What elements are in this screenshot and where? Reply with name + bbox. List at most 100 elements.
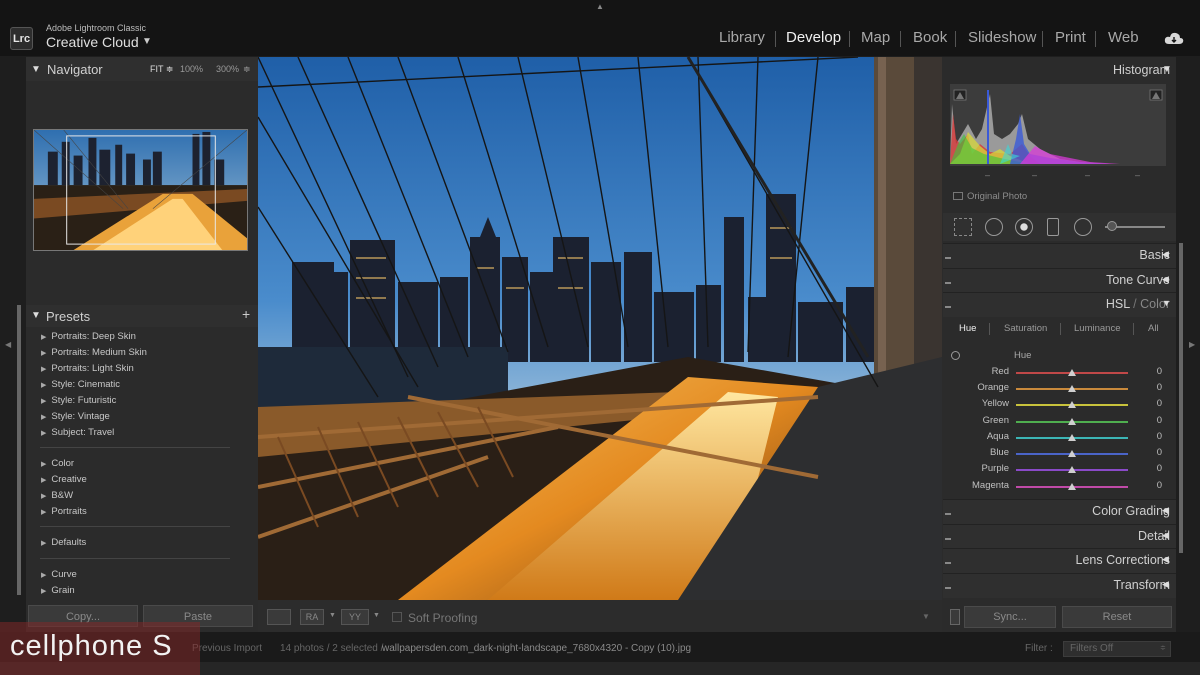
preset-item[interactable]: ▶ Subject: Travel	[41, 427, 114, 438]
filter-select[interactable]: Filters Off	[1063, 641, 1171, 657]
section-switch[interactable]	[945, 306, 951, 308]
preset-item[interactable]: ▶ Color	[41, 458, 74, 469]
module-develop[interactable]: Develop	[786, 29, 841, 46]
cloud-sync-icon[interactable]	[1164, 31, 1184, 45]
preset-item[interactable]: ▶ Defaults	[41, 537, 86, 548]
section-switch[interactable]	[945, 282, 951, 284]
preset-item[interactable]: ▶ Portraits: Medium Skin	[41, 347, 147, 358]
module-print[interactable]: Print	[1055, 29, 1086, 46]
slider-value-red[interactable]: 0	[1140, 366, 1162, 377]
main-photo[interactable]	[258, 57, 942, 600]
preset-item[interactable]: ▶ Style: Cinematic	[41, 379, 120, 390]
zoom-fit[interactable]: FIT ≑	[150, 64, 173, 75]
app-subtitle[interactable]: Creative Cloud	[46, 34, 139, 50]
section-switch[interactable]	[945, 513, 951, 515]
navigator-preview[interactable]	[33, 129, 248, 251]
tone-curve-title: Tone Curve	[1106, 273, 1170, 287]
expand-color-grading-icon[interactable]: ◀	[1162, 505, 1169, 516]
histogram[interactable]	[950, 84, 1166, 166]
right-scrollbar[interactable]	[1179, 243, 1183, 553]
brush-icon[interactable]	[1107, 221, 1117, 231]
module-library[interactable]: Library	[719, 29, 765, 46]
slider-value-aqua[interactable]: 0	[1140, 431, 1162, 442]
slider-thumb-orange[interactable]	[1068, 385, 1076, 392]
slider-thumb-purple[interactable]	[1068, 466, 1076, 473]
preset-divider	[40, 447, 230, 448]
tab-saturation[interactable]: Saturation	[1004, 323, 1047, 334]
show-right-panel-icon[interactable]: ▶	[1189, 340, 1195, 349]
slider-value-green[interactable]: 0	[1140, 415, 1162, 426]
hsl-label[interactable]: HSL	[1106, 297, 1130, 311]
collapse-histogram-icon[interactable]: ▼	[1162, 64, 1172, 75]
filter-dropdown-icon[interactable]: ≑	[1160, 644, 1166, 652]
zoom-more[interactable]: ≑	[243, 64, 251, 75]
reset-button[interactable]: Reset	[1062, 606, 1172, 628]
slider-thumb-red[interactable]	[1068, 369, 1076, 376]
before-after-dropdown-icon[interactable]: ▼	[329, 612, 336, 619]
sync-button[interactable]: Sync...	[964, 606, 1056, 628]
module-map[interactable]: Map	[861, 29, 890, 46]
preset-item[interactable]: ▶ B&W	[41, 490, 73, 501]
add-preset-button[interactable]: +	[242, 306, 250, 322]
crop-tool-icon[interactable]	[954, 218, 972, 236]
preset-item[interactable]: ▶ Curve	[41, 569, 77, 580]
preset-item[interactable]: ▶ Style: Futuristic	[41, 395, 116, 406]
spot-removal-icon[interactable]	[985, 218, 1003, 236]
expand-basic-icon[interactable]: ◀	[1162, 249, 1169, 260]
module-slideshow[interactable]: Slideshow	[968, 29, 1036, 46]
radial-filter-icon[interactable]	[1074, 218, 1092, 236]
section-switch[interactable]	[945, 538, 951, 540]
tab-all[interactable]: All	[1148, 323, 1159, 334]
zoom-300[interactable]: 300%	[216, 64, 239, 74]
red-eye-icon[interactable]	[1015, 218, 1033, 236]
slider-thumb-blue[interactable]	[1068, 450, 1076, 457]
slider-value-magenta[interactable]: 0	[1140, 480, 1162, 491]
yy-dropdown-icon[interactable]: ▼	[373, 612, 380, 619]
yy-view-icon[interactable]: YY	[341, 609, 369, 625]
preset-item[interactable]: ▶ Style: Vintage	[41, 411, 110, 422]
sync-toggle[interactable]	[950, 609, 960, 625]
module-web[interactable]: Web	[1108, 29, 1139, 46]
section-switch[interactable]	[945, 587, 951, 589]
collapse-navigator-icon[interactable]: ▼	[31, 64, 41, 75]
module-book[interactable]: Book	[913, 29, 947, 46]
slider-value-orange[interactable]: 0	[1140, 382, 1162, 393]
expand-tone-curve-icon[interactable]: ◀	[1162, 274, 1169, 285]
preset-item[interactable]: ▶ Grain	[41, 585, 75, 596]
section-switch[interactable]	[945, 257, 951, 259]
slider-value-purple[interactable]: 0	[1140, 463, 1162, 474]
preset-item[interactable]: ▶ Portraits: Deep Skin	[41, 331, 136, 342]
show-left-panel-icon[interactable]: ◀	[5, 340, 11, 349]
tab-luminance[interactable]: Luminance	[1074, 323, 1120, 334]
soft-proofing-checkbox[interactable]	[392, 612, 402, 622]
slider-value-blue[interactable]: 0	[1140, 447, 1162, 458]
collapse-hsl-icon[interactable]: ▼	[1162, 298, 1171, 308]
file-name[interactable]: wallpapersden.com_dark-night-landscape_7…	[382, 643, 691, 654]
expand-transform-icon[interactable]: ◀	[1162, 579, 1169, 590]
collapse-top-panel-icon[interactable]: ▲	[596, 2, 604, 11]
slider-thumb-aqua[interactable]	[1068, 434, 1076, 441]
expand-lens-corrections-icon[interactable]: ◀	[1162, 554, 1169, 565]
previous-import-label[interactable]: Previous Import	[192, 643, 262, 654]
app-dropdown-caret-icon[interactable]: ▼	[142, 36, 152, 47]
loupe-view-icon[interactable]	[267, 609, 291, 625]
slider-thumb-yellow[interactable]	[1068, 401, 1076, 408]
preset-item[interactable]: ▶ Portraits: Light Skin	[41, 363, 134, 374]
graduated-filter-icon[interactable]	[1047, 218, 1059, 236]
original-photo-icon[interactable]	[953, 192, 963, 200]
before-after-icon[interactable]: RA	[300, 609, 324, 625]
left-scrollbar[interactable]	[17, 305, 21, 595]
tab-hue[interactable]: Hue	[959, 323, 976, 334]
section-switch[interactable]	[945, 562, 951, 564]
slider-label-magenta: Magenta	[972, 480, 1009, 491]
slider-value-yellow[interactable]: 0	[1140, 398, 1162, 409]
preset-item[interactable]: ▶ Creative	[41, 474, 87, 485]
slider-thumb-magenta[interactable]	[1068, 483, 1076, 490]
zoom-100[interactable]: 100%	[180, 64, 203, 74]
collapse-presets-icon[interactable]: ▼	[31, 310, 41, 321]
toolbar-menu-icon[interactable]: ▼	[922, 612, 930, 621]
expand-detail-icon[interactable]: ◀	[1162, 530, 1169, 541]
slider-thumb-green[interactable]	[1068, 418, 1076, 425]
preset-item[interactable]: ▶ Portraits	[41, 506, 87, 517]
targeted-adjustment-icon[interactable]	[951, 351, 960, 360]
